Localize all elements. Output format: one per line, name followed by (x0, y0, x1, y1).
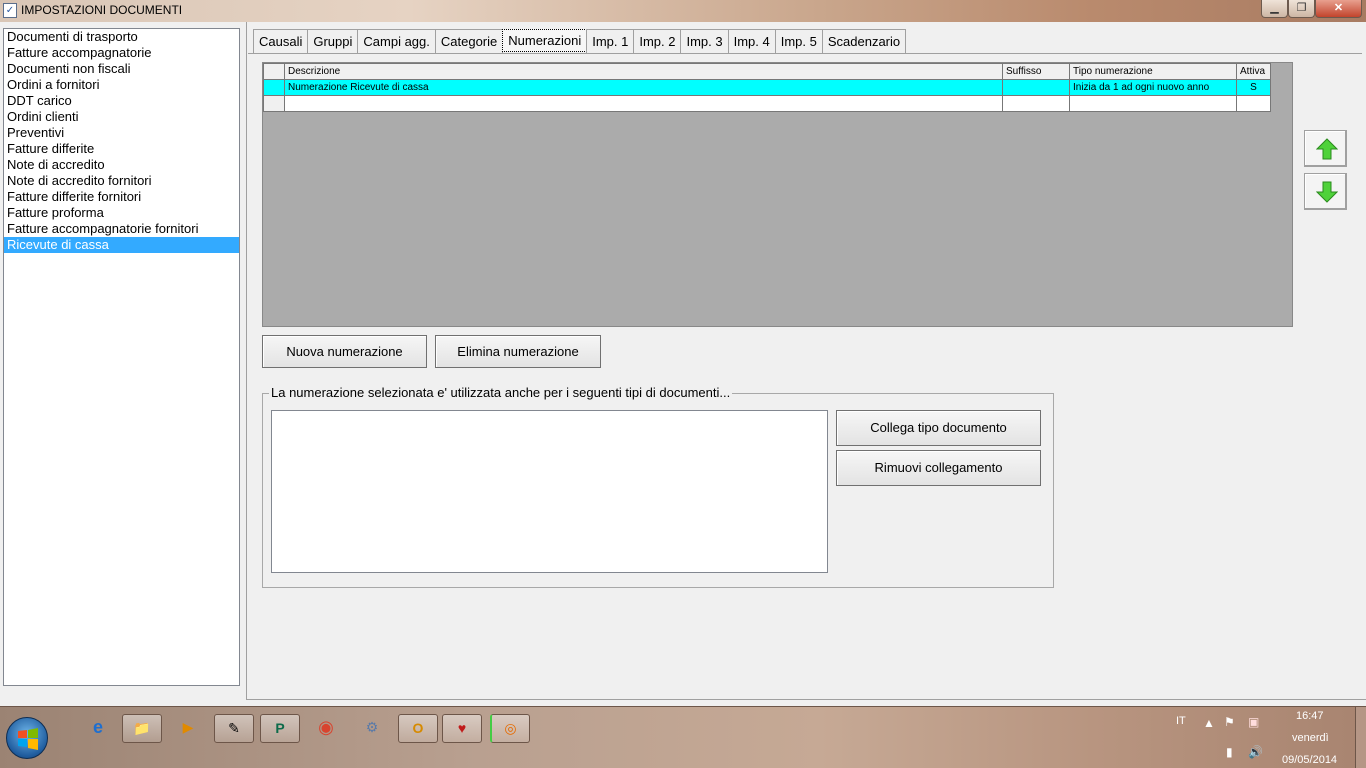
tab-causali[interactable]: Causali (253, 29, 309, 53)
document-types-list[interactable]: Documenti di trasporto Fatture accompagna… (3, 28, 240, 686)
close-button[interactable]: ✕ (1315, 0, 1362, 18)
minimize-button[interactable]: ▁ (1261, 0, 1288, 18)
tab-categorie[interactable]: Categorie (434, 29, 504, 53)
list-item[interactable]: Ordini a fornitori (4, 77, 239, 93)
column-header-attiva[interactable]: Attiva (1236, 63, 1271, 80)
network-signal-icon[interactable]: ▮ (1226, 745, 1233, 759)
taskbar: e 📁 ▶ ✎ P ◉ ⚙ O ♥ ◎ IT ▲ ⚑ ▣ ▮ 🔊 16:47 v… (0, 706, 1366, 768)
list-item[interactable]: Fatture proforma (4, 205, 239, 221)
linked-documents-legend: La numerazione selezionata e' utilizzata… (269, 385, 733, 400)
list-item[interactable]: Documenti non fiscali (4, 61, 239, 77)
list-item[interactable]: Fatture differite fornitori (4, 189, 239, 205)
show-desktop-button[interactable] (1355, 707, 1366, 768)
cell-descrizione[interactable]: Numerazione Ricevute di cassa (284, 79, 1003, 96)
tab-gruppi[interactable]: Gruppi (307, 29, 359, 53)
pen-app-icon[interactable]: ✎ (214, 714, 254, 743)
list-item[interactable]: Note di accredito (4, 157, 239, 173)
list-item[interactable]: Fatture differite (4, 141, 239, 157)
move-up-button[interactable] (1304, 130, 1347, 167)
tab-numerazioni[interactable]: Numerazioni (502, 29, 588, 52)
list-item[interactable]: Preventivi (4, 125, 239, 141)
tab-scadenzario[interactable]: Scadenzario (821, 29, 907, 53)
strawberry-app-icon[interactable]: ♥ (442, 714, 482, 743)
publisher-icon[interactable]: P (260, 714, 300, 743)
app-icon: ✓ (3, 3, 17, 18)
new-numbering-button[interactable]: Nuova numerazione (262, 335, 427, 368)
arrow-up-icon (1316, 138, 1338, 160)
remove-link-button[interactable]: Rimuovi collegamento (836, 450, 1041, 486)
explorer-icon[interactable]: 📁 (122, 714, 162, 743)
table-row-new[interactable] (263, 95, 1271, 112)
cell-attiva-new[interactable] (1236, 95, 1271, 112)
linked-documents-list[interactable] (271, 410, 828, 573)
numbering-grid[interactable]: Descrizione Suffisso Tipo numerazione At… (262, 62, 1293, 327)
column-header-suffisso[interactable]: Suffisso (1002, 63, 1070, 80)
action-center-flag-icon[interactable]: ⚑ (1224, 715, 1235, 729)
ie-icon[interactable]: e (78, 714, 118, 743)
row-selector[interactable] (263, 79, 285, 96)
cell-tipo-numerazione[interactable]: Inizia da 1 ad ogni nuovo anno (1069, 79, 1237, 96)
show-hidden-icons-icon[interactable]: ▲ (1203, 716, 1215, 730)
row-selector[interactable] (263, 95, 285, 112)
clock-day[interactable]: venerdì (1292, 732, 1329, 744)
settings-tabs: Causali Gruppi Campi agg. Categorie Numerazi… (253, 29, 907, 53)
cell-suffisso[interactable] (1002, 79, 1070, 96)
language-indicator[interactable]: IT (1176, 715, 1186, 727)
title-bar: ✓ IMPOSTAZIONI DOCUMENTI ▁ ❐ ✕ (0, 0, 1366, 22)
device-alert-icon[interactable]: ▣ (1248, 715, 1259, 729)
active-app-icon[interactable]: ◎ (490, 714, 530, 743)
tab-imp-3[interactable]: Imp. 3 (680, 29, 729, 53)
tab-imp-1[interactable]: Imp. 1 (586, 29, 635, 53)
window-title: IMPOSTAZIONI DOCUMENTI (21, 3, 183, 17)
list-item[interactable]: DDT carico (4, 93, 239, 109)
clock-date[interactable]: 09/05/2014 (1282, 754, 1337, 766)
list-item[interactable]: Fatture accompagnatorie (4, 45, 239, 61)
tab-panel-border (248, 53, 1362, 54)
maximize-button[interactable]: ❐ (1288, 0, 1315, 18)
table-row[interactable]: Numerazione Ricevute di cassa Inizia da … (263, 79, 1271, 96)
link-doc-type-button[interactable]: Collega tipo documento (836, 410, 1041, 446)
column-header-tipo-numerazione[interactable]: Tipo numerazione (1069, 63, 1237, 80)
tab-imp-5[interactable]: Imp. 5 (774, 29, 823, 53)
column-header-descrizione[interactable]: Descrizione (284, 63, 1003, 80)
network-app-icon[interactable]: ⚙ (352, 714, 392, 743)
list-item[interactable]: Ordini clienti (4, 109, 239, 125)
arrow-down-icon (1316, 181, 1338, 203)
cell-descrizione-new[interactable] (284, 95, 1003, 112)
tab-imp-2[interactable]: Imp. 2 (633, 29, 682, 53)
volume-icon[interactable]: 🔊 (1248, 745, 1263, 759)
clock-time[interactable]: 16:47 (1296, 710, 1324, 722)
outlook-icon[interactable]: O (398, 714, 438, 743)
list-item[interactable]: Fatture accompagnatorie fornitori (4, 221, 239, 237)
cell-tipo-numerazione-new[interactable] (1069, 95, 1237, 112)
media-player-icon[interactable]: ▶ (168, 714, 208, 743)
start-button[interactable] (6, 717, 48, 759)
grid-corner-header (263, 63, 285, 80)
list-item[interactable]: Note di accredito fornitori (4, 173, 239, 189)
list-item[interactable]: Ricevute di cassa (4, 237, 239, 253)
cell-attiva[interactable]: S (1236, 79, 1271, 96)
chrome-icon[interactable]: ◉ (306, 714, 346, 743)
tab-imp-4[interactable]: Imp. 4 (727, 29, 776, 53)
list-item[interactable]: Documenti di trasporto (4, 29, 239, 45)
delete-numbering-button[interactable]: Elimina numerazione (435, 335, 601, 368)
tab-campi-agg[interactable]: Campi agg. (357, 29, 436, 53)
windows-logo-icon (18, 728, 38, 750)
cell-suffisso-new[interactable] (1002, 95, 1070, 112)
move-down-button[interactable] (1304, 173, 1347, 210)
